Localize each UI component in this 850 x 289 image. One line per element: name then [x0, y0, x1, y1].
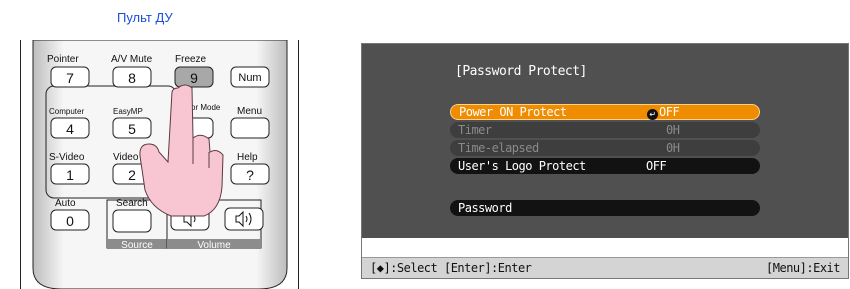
svg-text:1: 1: [66, 167, 74, 183]
svg-text:?: ?: [246, 167, 254, 183]
video-label: Video: [113, 152, 139, 163]
help-label: Help: [237, 152, 258, 163]
enter-icon: ↵: [647, 109, 658, 120]
help-bar-right: [Menu]:Exit: [766, 261, 840, 275]
key-0-button[interactable]: 0: [50, 209, 90, 231]
menu-label: Menu: [237, 106, 262, 117]
computer-label: Computer: [49, 107, 84, 116]
menu-row-label: Time-elapsed: [458, 141, 539, 155]
key-5-button[interactable]: 5: [112, 117, 152, 139]
key-4-button[interactable]: 4: [50, 117, 90, 139]
menu-area: [Password Protect] Power ON Protect ↵ OFF…: [362, 44, 848, 238]
menu-row-users-logo-protect[interactable]: User's Logo Protect OFF: [450, 158, 760, 174]
svg-text:8: 8: [128, 70, 136, 86]
remote-control-illustration: Pointer A/V Mute Freeze 7 8 9 Num Comput…: [20, 40, 299, 289]
menu-row-timer: Timer 0H: [450, 122, 760, 138]
num-button[interactable]: Num: [230, 66, 270, 88]
pointer-label: Pointer: [47, 54, 79, 65]
svg-text:4: 4: [66, 121, 74, 137]
volume-group-label: Volume: [197, 240, 231, 251]
volume-up-button[interactable]: [224, 207, 264, 231]
svg-text:0: 0: [66, 213, 74, 229]
svg-text:2: 2: [128, 167, 136, 183]
menu-row-label: Password: [458, 201, 512, 215]
easymp-label: EasyMP: [113, 107, 143, 116]
menu-row-label: Timer: [458, 123, 492, 137]
menu-row-label: Power ON Protect: [459, 105, 567, 119]
menu-title: [Password Protect]: [455, 64, 587, 79]
search-button[interactable]: [112, 209, 152, 233]
search-label: Search: [116, 198, 148, 209]
help-bar-left: [◆]:Select [Enter]:Enter: [370, 261, 532, 275]
svg-text:7: 7: [66, 70, 74, 86]
menu-row-label: User's Logo Protect: [458, 159, 586, 173]
menu-row-power-on-protect[interactable]: Power ON Protect ↵ OFF: [450, 104, 760, 120]
menu-row-time-elapsed: Time-elapsed 0H: [450, 140, 760, 156]
help-bar: [◆]:Select [Enter]:Enter [Menu]:Exit: [362, 257, 848, 278]
auto-label: Auto: [55, 198, 76, 209]
page-caption: Пульт ДУ: [117, 10, 173, 25]
menu-row-value: OFF: [646, 159, 667, 173]
menu-row-password[interactable]: Password: [450, 200, 760, 216]
s-video-label: S-Video: [49, 152, 85, 163]
menu-row-value: 0H: [666, 123, 680, 137]
svg-text:9: 9: [190, 70, 198, 86]
projector-menu-screen: [Password Protect] Power ON Protect ↵ OFF…: [361, 43, 849, 279]
key-8-button[interactable]: 8: [112, 66, 152, 88]
key-7-button[interactable]: 7: [50, 66, 90, 88]
menu-button[interactable]: [230, 117, 270, 139]
freeze-label: Freeze: [175, 54, 207, 65]
help-button[interactable]: ?: [230, 163, 270, 185]
source-group-label: Source: [121, 240, 153, 251]
av-mute-label: A/V Mute: [111, 54, 153, 65]
key-1-button[interactable]: 1: [50, 163, 90, 185]
key-9-button[interactable]: 9: [174, 66, 214, 88]
menu-row-value: 0H: [666, 141, 680, 155]
svg-text:Num: Num: [238, 72, 261, 84]
svg-text:5: 5: [128, 121, 136, 137]
menu-row-value: ↵ OFF: [647, 105, 680, 120]
